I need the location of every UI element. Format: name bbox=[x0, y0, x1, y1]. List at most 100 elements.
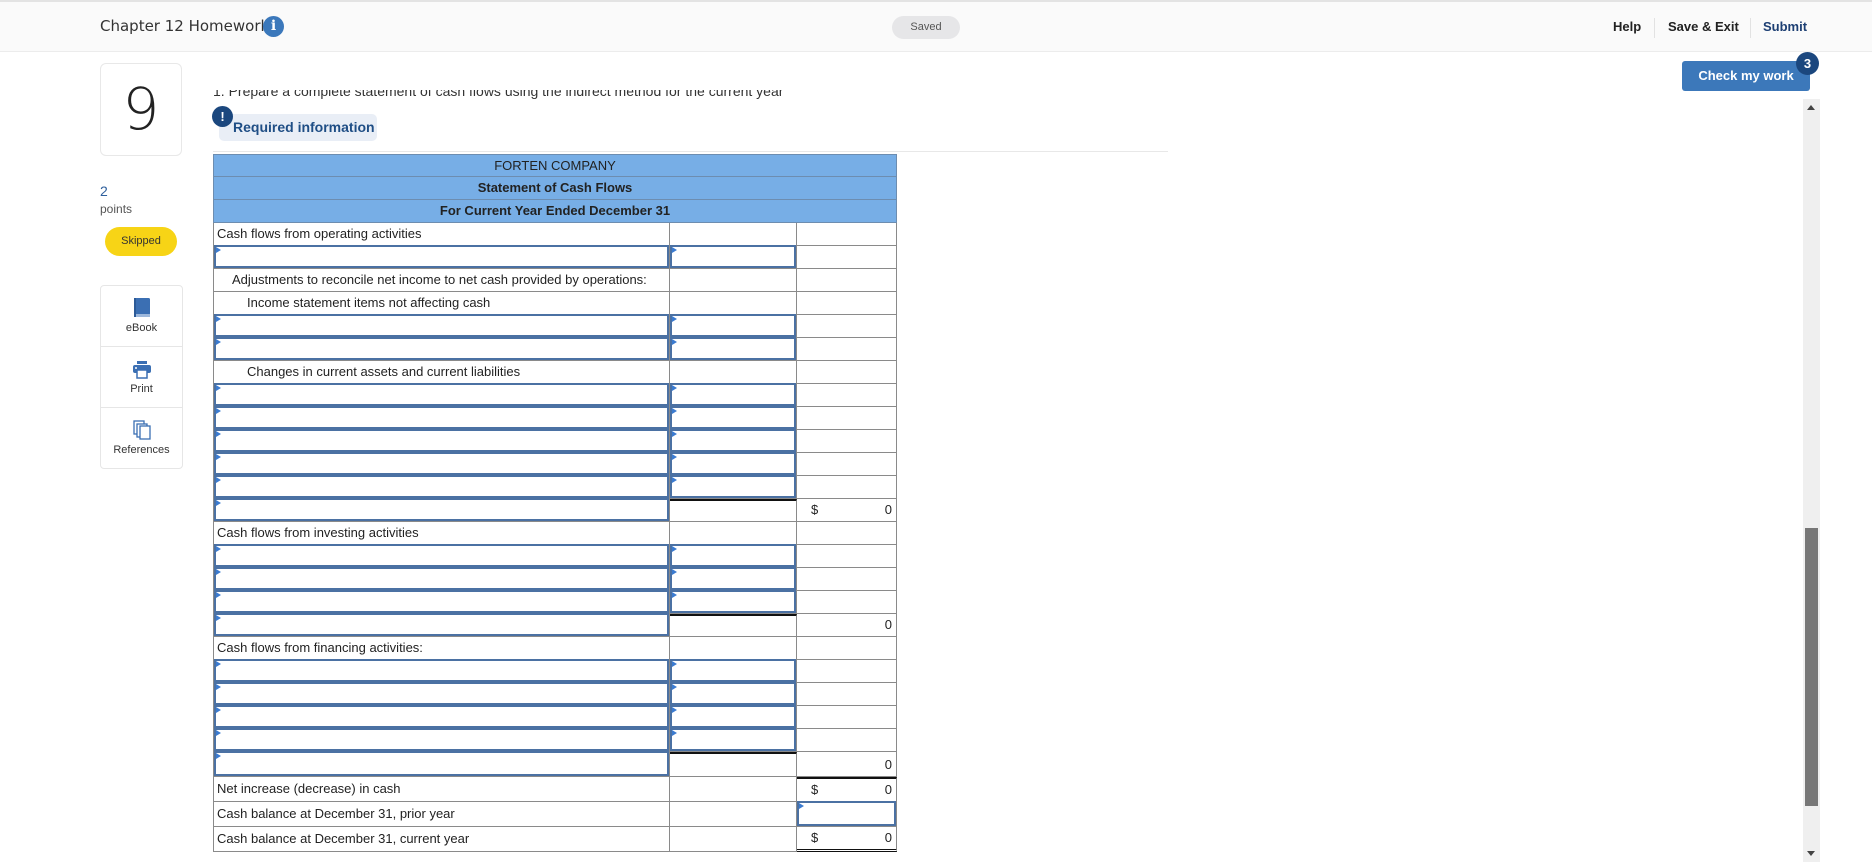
dropdown-marker-icon bbox=[672, 684, 677, 690]
description-input[interactable] bbox=[214, 475, 669, 498]
description-input[interactable] bbox=[214, 728, 669, 751]
dropdown-marker-icon bbox=[216, 707, 221, 713]
dropdown-marker-icon bbox=[216, 615, 221, 621]
references-icon bbox=[133, 420, 151, 440]
ebook-button[interactable]: eBook bbox=[101, 286, 182, 347]
dropdown-marker-icon bbox=[672, 385, 677, 391]
description-input[interactable] bbox=[214, 590, 669, 613]
help-link[interactable]: Help bbox=[1613, 19, 1641, 34]
scroll-down-arrow-icon[interactable] bbox=[1807, 851, 1815, 856]
dropdown-marker-icon bbox=[672, 730, 677, 736]
question-number: 9 bbox=[100, 63, 182, 156]
net-change-cell: $0 bbox=[797, 777, 897, 802]
dropdown-marker-icon bbox=[672, 339, 677, 345]
description-input[interactable] bbox=[214, 245, 669, 268]
amount-input[interactable] bbox=[670, 567, 796, 590]
print-label: Print bbox=[130, 383, 153, 395]
dropdown-marker-icon bbox=[216, 339, 221, 345]
references-label: References bbox=[113, 444, 170, 456]
dropdown-marker-icon bbox=[799, 803, 804, 809]
description-input[interactable] bbox=[214, 751, 669, 776]
info-icon[interactable]: i bbox=[263, 16, 284, 37]
dropdown-marker-icon bbox=[216, 684, 221, 690]
dropdown-marker-icon bbox=[216, 753, 221, 759]
amount-input[interactable] bbox=[670, 590, 796, 613]
prior-balance-row: Cash balance at December 31, prior year bbox=[213, 801, 897, 827]
save-exit-link[interactable]: Save & Exit bbox=[1668, 19, 1739, 34]
saved-status-badge: Saved bbox=[892, 16, 960, 39]
scroll-up-arrow-icon[interactable] bbox=[1807, 105, 1815, 110]
amount-input[interactable] bbox=[670, 383, 796, 406]
references-button[interactable]: References bbox=[101, 408, 182, 469]
amount-input[interactable] bbox=[670, 705, 796, 728]
required-information-button[interactable]: Required information bbox=[219, 114, 377, 141]
description-input[interactable] bbox=[214, 337, 669, 360]
net-change-value: 0 bbox=[884, 782, 892, 797]
nav-divider bbox=[1750, 18, 1751, 38]
dropdown-marker-icon bbox=[672, 431, 677, 437]
amount-input[interactable] bbox=[670, 728, 796, 751]
row-label: Cash flows from financing activities: bbox=[213, 637, 670, 660]
row-label: Income statement items not affecting cas… bbox=[213, 292, 670, 315]
vertical-scrollbar[interactable] bbox=[1803, 99, 1820, 862]
description-input[interactable] bbox=[214, 429, 669, 452]
operating-total-value: 0 bbox=[884, 502, 892, 517]
dropdown-marker-icon bbox=[672, 477, 677, 483]
check-my-work-button[interactable]: Check my work bbox=[1682, 61, 1810, 91]
print-button[interactable]: Print bbox=[101, 347, 182, 408]
operating-input-row bbox=[213, 245, 897, 269]
dropdown-marker-icon bbox=[672, 247, 677, 253]
investing-header-row: Cash flows from investing activities bbox=[213, 522, 897, 545]
financing-total-value: 0 bbox=[884, 757, 892, 772]
description-input[interactable] bbox=[214, 452, 669, 475]
description-input[interactable] bbox=[214, 383, 669, 406]
description-input[interactable] bbox=[214, 659, 669, 682]
financing-input-row bbox=[213, 728, 897, 752]
noncash-header-row: Income statement items not affecting cas… bbox=[213, 292, 897, 315]
amount-input[interactable] bbox=[670, 544, 796, 567]
description-input[interactable] bbox=[214, 406, 669, 429]
skipped-status-badge: Skipped bbox=[105, 227, 177, 256]
financing-input-row bbox=[213, 659, 897, 683]
question-tools: eBook Print References bbox=[100, 285, 183, 469]
description-input[interactable] bbox=[214, 613, 669, 636]
printer-icon bbox=[133, 361, 151, 379]
amount-input[interactable] bbox=[670, 659, 796, 682]
dropdown-marker-icon bbox=[216, 454, 221, 460]
operating-header-row: Cash flows from operating activities bbox=[213, 223, 897, 246]
row-label: Changes in current assets and current li… bbox=[213, 361, 670, 384]
changes-input-row bbox=[213, 383, 897, 407]
dropdown-marker-icon bbox=[216, 500, 221, 506]
description-input[interactable] bbox=[214, 498, 669, 521]
description-input[interactable] bbox=[214, 705, 669, 728]
amount-input[interactable] bbox=[670, 337, 796, 360]
dropdown-marker-icon bbox=[672, 408, 677, 414]
row-label: Cash flows from investing activities bbox=[213, 522, 670, 545]
prior-balance-input[interactable] bbox=[797, 801, 896, 826]
assignment-title: Chapter 12 Homework bbox=[100, 17, 270, 35]
noncash-input-row bbox=[213, 337, 897, 361]
net-change-row: Net increase (decrease) in cash $0 bbox=[213, 777, 897, 802]
company-name: FORTEN COMPANY bbox=[213, 154, 897, 177]
current-balance-cell: $0 bbox=[797, 827, 897, 852]
current-balance-row: Cash balance at December 31, current yea… bbox=[213, 827, 897, 852]
book-icon bbox=[134, 298, 150, 317]
dropdown-marker-icon bbox=[672, 454, 677, 460]
amount-input[interactable] bbox=[670, 429, 796, 452]
submit-link[interactable]: Submit bbox=[1763, 19, 1807, 34]
financing-total-cell: 0 bbox=[797, 752, 897, 777]
description-input[interactable] bbox=[214, 544, 669, 567]
amount-input[interactable] bbox=[670, 314, 796, 337]
row-label: Adjustments to reconcile net income to n… bbox=[213, 269, 670, 292]
amount-input[interactable] bbox=[670, 406, 796, 429]
scrollbar-thumb[interactable] bbox=[1805, 528, 1818, 806]
top-bar: Chapter 12 Homework i Saved Help Save & … bbox=[0, 0, 1872, 52]
investing-total-value: 0 bbox=[884, 617, 892, 632]
amount-input[interactable] bbox=[670, 475, 796, 498]
description-input[interactable] bbox=[214, 682, 669, 705]
description-input[interactable] bbox=[214, 567, 669, 590]
amount-input[interactable] bbox=[670, 245, 796, 268]
amount-input[interactable] bbox=[670, 682, 796, 705]
description-input[interactable] bbox=[214, 314, 669, 337]
amount-input[interactable] bbox=[670, 452, 796, 475]
